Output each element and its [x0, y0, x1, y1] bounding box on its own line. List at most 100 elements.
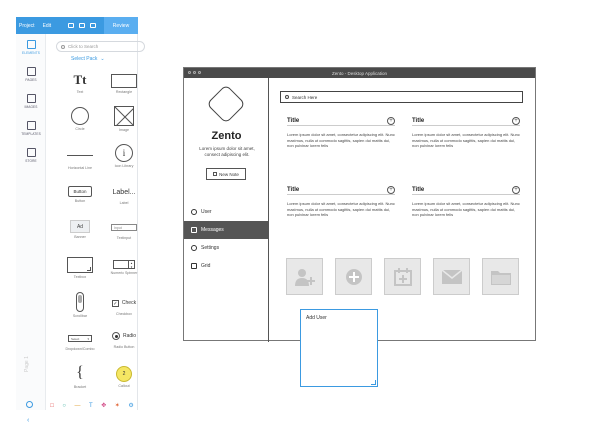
card-header: Title +	[412, 185, 520, 195]
element-label: Button	[74, 199, 86, 203]
element-label: Dropdown/Combo	[65, 347, 95, 351]
add-icon[interactable]: +	[512, 185, 520, 194]
line-tool-icon[interactable]: —	[75, 403, 81, 409]
element-scrollbar[interactable]: Scrollbar	[58, 292, 102, 318]
maximize-window-icon[interactable]	[198, 71, 201, 74]
card-header: Title +	[412, 116, 520, 126]
menu-item-settings[interactable]: Settings	[184, 239, 269, 257]
add-icon[interactable]: +	[512, 116, 520, 125]
banner-shape: Ad	[70, 220, 90, 233]
callout-shape: 2	[116, 366, 132, 382]
add-icon[interactable]: +	[387, 116, 395, 125]
mail-icon	[191, 227, 197, 233]
folder-tile[interactable]	[482, 258, 519, 295]
element-dropdown[interactable]: Select ▾ Dropdown/Combo	[58, 332, 102, 351]
move-tool-icon[interactable]: ✥	[101, 402, 106, 409]
element-label: Horizontal Line	[68, 166, 92, 170]
minimize-window-icon[interactable]	[193, 71, 196, 74]
grid-icon	[191, 263, 197, 269]
templates-icon	[26, 120, 36, 130]
editor-topbar: Project Edit Review	[16, 17, 138, 34]
element-banner[interactable]: Ad Banner	[58, 220, 102, 239]
menu-edit[interactable]: Edit	[43, 23, 52, 29]
nav-images[interactable]: IMAGES	[16, 88, 46, 114]
calendar-add-icon	[393, 267, 412, 286]
add-user-textarea[interactable]: Add User	[300, 309, 378, 387]
chevron-down-icon: ▾	[87, 336, 89, 341]
element-horizontal-line[interactable]: Horizontal Line	[58, 147, 102, 170]
element-text[interactable]: Tt Text	[58, 72, 102, 94]
main-search-input[interactable]	[292, 94, 512, 100]
share-icon[interactable]	[79, 23, 86, 28]
zoom-icon[interactable]	[26, 401, 33, 408]
spinner-field	[114, 261, 128, 268]
circle-tool-icon[interactable]: ○	[62, 403, 66, 409]
element-textbox[interactable]: Textbox	[58, 257, 102, 279]
brand-name: Zento	[211, 130, 242, 142]
card-title: Title	[412, 186, 425, 193]
radio-text: Radio	[122, 333, 137, 339]
review-button[interactable]: Review	[104, 17, 138, 34]
element-checkbox[interactable]: ✓ Check Checkbox	[102, 296, 146, 316]
element-search-input[interactable]	[68, 44, 138, 49]
app-sidebar: Zento Lorem ipsum dolor sit amet, consec…	[184, 78, 269, 342]
new-note-button[interactable]: New Note	[206, 168, 246, 180]
settings-tool-icon[interactable]: ⚙	[128, 402, 133, 409]
comment-icon[interactable]	[68, 23, 75, 28]
export-icon[interactable]	[90, 23, 97, 28]
quick-tools-bar: □ ○ — T ✥ ✶ ⚙	[46, 401, 138, 410]
text-tool-icon[interactable]: T	[89, 403, 93, 409]
element-label: Callout	[118, 384, 130, 388]
window-titlebar: Zento - Desktop Application	[184, 68, 535, 78]
element-numeric-spinner[interactable]: ▴ ▾ Numeric Spinner	[102, 260, 146, 275]
calendar-add-tile[interactable]	[384, 258, 421, 295]
mail-tile[interactable]	[433, 258, 470, 295]
menu-label: Settings	[201, 245, 220, 251]
element-search[interactable]	[56, 41, 145, 52]
card-header: Title +	[287, 116, 395, 126]
element-button[interactable]: Button Button	[58, 186, 102, 203]
nav-elements[interactable]: ELEMENTS	[16, 34, 46, 60]
add-tile[interactable]	[335, 258, 372, 295]
card: Title + Lorem ipsum dolor sit amet, cons…	[287, 116, 395, 149]
element-label: Banner	[74, 235, 86, 239]
scrollbar-shape	[76, 292, 84, 312]
menu-item-user[interactable]: User	[184, 203, 269, 221]
square-tool-icon[interactable]: □	[50, 403, 54, 409]
add-icon[interactable]: +	[387, 185, 395, 194]
main-search[interactable]	[280, 91, 523, 103]
close-window-icon[interactable]	[188, 71, 191, 74]
element-image[interactable]: Image	[102, 106, 146, 132]
collapse-icon[interactable]: ‹	[27, 417, 29, 424]
nav-templates[interactable]: TEMPLATES	[16, 115, 46, 141]
element-icon-library[interactable]: i Icon Library	[102, 144, 146, 168]
nav-label: IMAGES	[24, 104, 38, 109]
element-circle[interactable]: Circle	[58, 107, 102, 131]
spinner-arrows-icon: ▴ ▾	[128, 261, 134, 269]
nav-pages[interactable]: PAGES	[16, 61, 46, 87]
nav-store[interactable]: STORE	[16, 142, 46, 168]
element-bracket[interactable]: { Bracket	[58, 363, 102, 389]
add-user-tile[interactable]	[286, 258, 323, 295]
select-pack-dropdown[interactable]: Select Pack ⌄	[71, 56, 105, 62]
menu-item-messages[interactable]: Messages	[184, 221, 269, 239]
radio-dot-icon	[111, 332, 120, 340]
nav-label: PAGES	[25, 77, 37, 82]
star-tool-icon[interactable]: ✶	[115, 402, 120, 409]
element-rectangle[interactable]: Rectangle	[102, 74, 146, 94]
element-label[interactable]: Label... Label	[102, 185, 146, 206]
bracket-glyph: {	[76, 364, 84, 381]
card: Title + Lorem ipsum dolor sit amet, cons…	[287, 185, 395, 218]
button-shape: Button	[68, 186, 92, 197]
element-label: Circle	[75, 127, 85, 131]
card-body: Lorem ipsum dolor sit amet, consectetur …	[287, 201, 395, 218]
add-user-text: Add User	[306, 315, 327, 321]
element-label: Rectangle	[115, 90, 133, 94]
menu-item-grid[interactable]: Grid	[184, 257, 269, 275]
cube-icon	[26, 39, 36, 49]
element-label: Numeric Spinner	[110, 271, 138, 275]
menu-project[interactable]: Project	[19, 23, 35, 29]
element-textinput[interactable]: Input Textinput	[102, 221, 146, 240]
element-callout[interactable]: 2 Callout	[102, 366, 146, 388]
element-radio[interactable]: Radio Radio Button	[102, 329, 146, 349]
